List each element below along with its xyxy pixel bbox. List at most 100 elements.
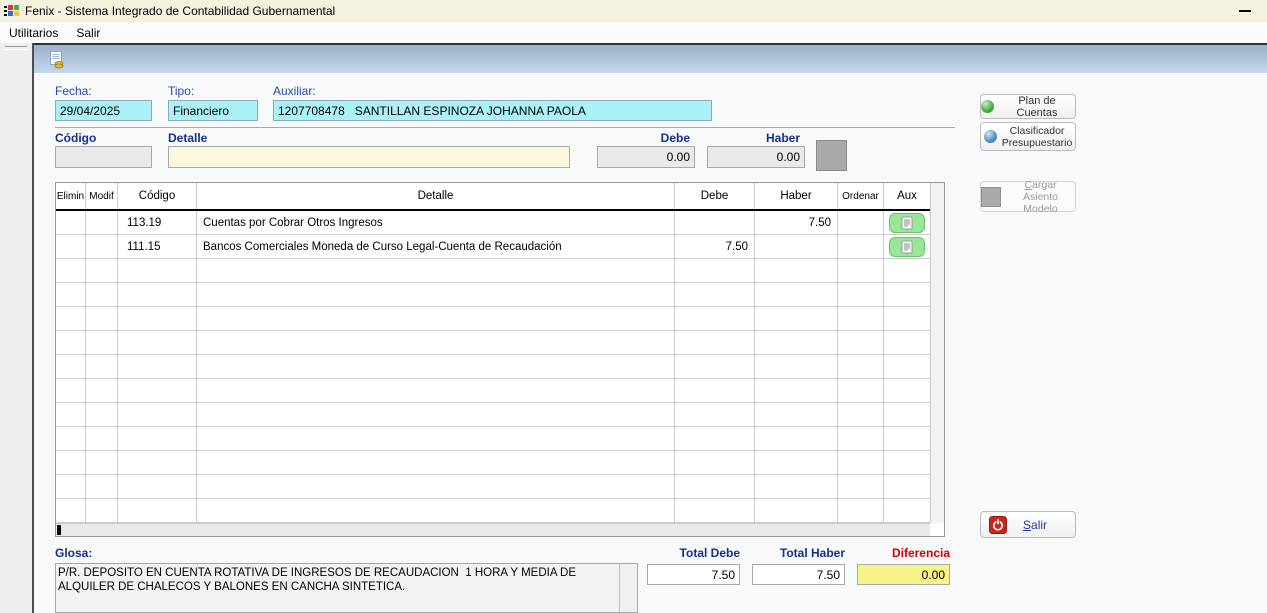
table-row[interactable] (56, 499, 930, 523)
aux-cell (884, 499, 930, 522)
table-horizontal-scrollbar[interactable] (56, 523, 930, 536)
haber-cell (755, 307, 838, 330)
detalle-input[interactable] (168, 146, 570, 168)
aux-cell (884, 307, 930, 330)
table-row[interactable]: 111.15 Bancos Comerciales Moneda de Curs… (56, 235, 930, 259)
table-row[interactable] (56, 379, 930, 403)
menu-salir[interactable]: Salir (67, 24, 109, 42)
haber-cell (755, 379, 838, 402)
elimin-cell (56, 283, 86, 306)
minimize-button[interactable] (1237, 4, 1253, 18)
cargar-asiento-modelo-button[interactable]: Cargar Asiento Modelo (980, 181, 1076, 212)
green-sphere-icon (981, 100, 994, 113)
aux-button[interactable] (889, 237, 925, 257)
ordenar-cell (838, 355, 884, 378)
salir-button[interactable]: Salir (980, 511, 1076, 538)
header-haber: Haber (755, 183, 838, 209)
aux-cell (884, 427, 930, 450)
plan-de-cuentas-button[interactable]: Plan de Cuentas (980, 94, 1076, 119)
codigo-cell (118, 259, 197, 282)
detalle-label: Detalle (168, 131, 207, 145)
codigo-cell (118, 379, 197, 402)
title-bar: Fenix - Sistema Integrado de Contabilida… (0, 0, 1267, 22)
ordenar-cell (838, 403, 884, 426)
elimin-cell (56, 451, 86, 474)
debe-input[interactable] (597, 146, 695, 168)
ordenar-cell (838, 379, 884, 402)
minimize-icon (1239, 10, 1251, 12)
modif-cell[interactable] (86, 211, 118, 234)
modif-cell[interactable] (86, 235, 118, 258)
aux-cell (884, 451, 930, 474)
toolbar (34, 43, 1267, 73)
power-icon (989, 516, 1007, 534)
debe-cell (675, 475, 755, 498)
gray-square-icon (981, 187, 1001, 207)
ordenar-cell (838, 331, 884, 354)
table-row[interactable] (56, 259, 930, 283)
fecha-input[interactable] (55, 100, 152, 121)
aux-button[interactable] (889, 213, 925, 233)
modif-cell (86, 283, 118, 306)
ordenar-cell[interactable] (838, 235, 884, 258)
modif-cell (86, 403, 118, 426)
tipo-input[interactable] (168, 100, 258, 121)
elimin-cell[interactable] (56, 211, 86, 234)
elimin-cell (56, 403, 86, 426)
table-vertical-scrollbar[interactable] (930, 183, 944, 523)
scrollbar-thumb[interactable] (57, 525, 61, 535)
detalle-cell (197, 475, 675, 498)
table-row[interactable] (56, 427, 930, 451)
app-window: Fenix - Sistema Integrado de Contabilida… (0, 0, 1267, 613)
elimin-cell[interactable] (56, 235, 86, 258)
haber-input[interactable] (707, 146, 805, 168)
codigo-cell: 113.19 (118, 211, 197, 234)
ordenar-cell[interactable] (838, 211, 884, 234)
table-row[interactable] (56, 451, 930, 475)
fecha-label: Fecha: (55, 84, 92, 98)
aux-cell (884, 379, 930, 402)
aux-cell (884, 403, 930, 426)
modif-cell (86, 475, 118, 498)
glosa-text: P/R. DEPOSITO EN CUENTA ROTATIVA DE INGR… (58, 566, 617, 610)
detalle-cell (197, 451, 675, 474)
debe-cell (675, 211, 755, 234)
modif-cell (86, 499, 118, 522)
table-row[interactable] (56, 475, 930, 499)
auxiliar-input[interactable] (273, 100, 712, 121)
table-row[interactable] (56, 331, 930, 355)
tipo-label: Tipo: (168, 84, 194, 98)
codigo-cell (118, 355, 197, 378)
haber-cell: 7.50 (755, 211, 838, 234)
entry-action-button[interactable] (816, 140, 847, 171)
codigo-label: Código (55, 131, 96, 145)
clasificador-presupuestario-button[interactable]: Clasificador Presupuestario (980, 122, 1076, 151)
panel-grip[interactable] (5, 46, 27, 50)
codigo-cell (118, 451, 197, 474)
ordenar-cell (838, 427, 884, 450)
ordenar-cell (838, 283, 884, 306)
haber-cell (755, 451, 838, 474)
table-row[interactable]: 113.19 Cuentas por Cobrar Otros Ingresos… (56, 211, 930, 235)
haber-cell (755, 427, 838, 450)
glosa-label: Glosa: (55, 546, 92, 560)
codigo-input[interactable] (55, 146, 152, 168)
table-row[interactable] (56, 283, 930, 307)
haber-cell (755, 331, 838, 354)
table-header-row: Elimin Modif Código Detalle Debe Haber O… (56, 183, 930, 211)
modif-cell (86, 259, 118, 282)
new-entry-button[interactable] (44, 47, 68, 71)
elimin-cell (56, 307, 86, 330)
glosa-scrollbar[interactable] (619, 564, 637, 612)
header-codigo: Código (118, 183, 197, 209)
window-title: Fenix - Sistema Integrado de Contabilida… (25, 4, 335, 18)
blue-sphere-icon (984, 130, 997, 143)
detalle-cell: Bancos Comerciales Moneda de Curso Legal… (197, 235, 675, 258)
table-row[interactable] (56, 403, 930, 427)
table-row[interactable] (56, 355, 930, 379)
glosa-textarea[interactable]: P/R. DEPOSITO EN CUENTA ROTATIVA DE INGR… (55, 563, 638, 613)
menu-utilitarios[interactable]: Utilitarios (0, 24, 67, 42)
table-row[interactable] (56, 307, 930, 331)
debe-cell (675, 331, 755, 354)
ordenar-cell (838, 307, 884, 330)
